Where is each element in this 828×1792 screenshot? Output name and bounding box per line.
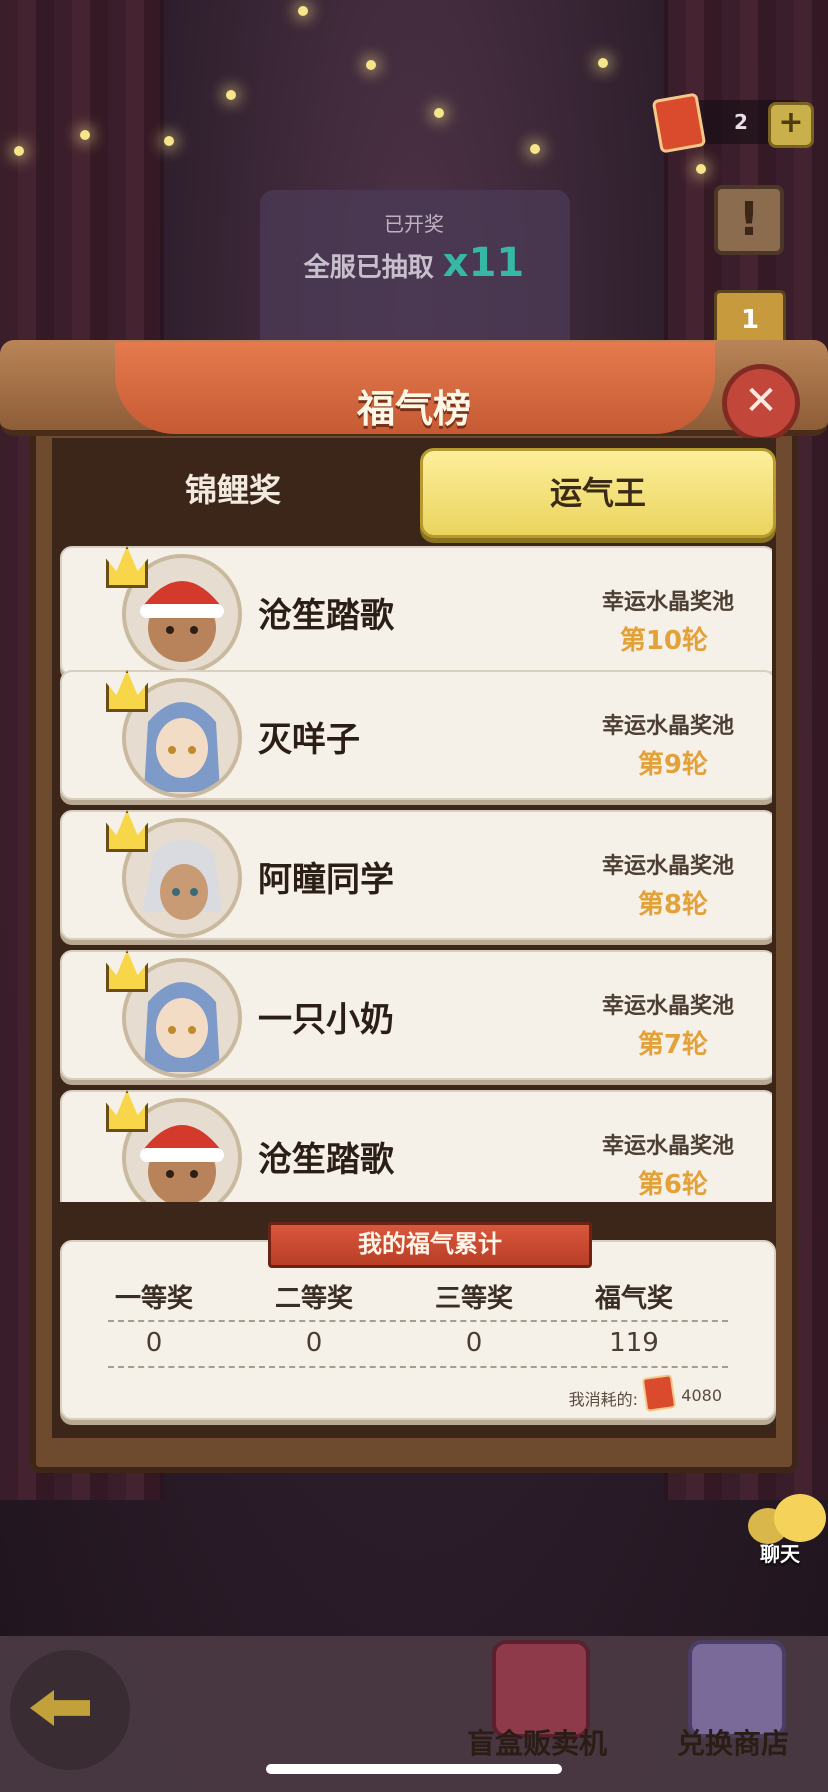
chat-label: 聊天	[760, 1542, 800, 1566]
first-prize-count: 0	[145, 1328, 163, 1358]
exchange-shop-label: 兑换商店	[676, 1727, 789, 1760]
open-status-label: 已开奖	[384, 212, 444, 236]
second-prize-count: 0	[305, 1328, 323, 1358]
column-header: 福气奖	[594, 1284, 673, 1314]
crown-icon	[106, 1090, 148, 1132]
round-number: 第10轮	[619, 626, 708, 656]
prize-pool: 幸运水晶奖池	[601, 1134, 734, 1159]
player-name: 灭咩子	[258, 720, 360, 760]
list-item[interactable]: 一只小奶 幸运水晶奖池 第7轮	[60, 950, 772, 1080]
home-indicator[interactable]	[266, 1764, 562, 1774]
list-item[interactable]: 灭咩子 幸运水晶奖池 第9轮	[60, 670, 772, 800]
server-draw-count: 全服已抽取 x11	[0, 240, 828, 286]
panel-title: 福气榜	[356, 387, 471, 431]
leaderboard-list[interactable]: 沧笙踏歌 幸运水晶奖池 第10轮 灭咩子 幸运水晶奖池 第9轮 阿瞳同学 幸运水…	[60, 546, 772, 1202]
prize-pool: 幸运水晶奖池	[601, 854, 734, 879]
notice-button[interactable]: !	[714, 185, 784, 255]
divider	[108, 1320, 728, 1322]
tab-luck-king[interactable]: 运气王	[420, 448, 776, 538]
chat-face-icon	[774, 1494, 826, 1542]
tab-bar: 锦鲤奖 运气王	[58, 448, 776, 540]
drawn-multiplier: x11	[442, 240, 525, 286]
luck-prize-count: 119	[609, 1328, 659, 1358]
player-name: 阿瞳同学	[258, 860, 394, 900]
player-name: 一只小奶	[258, 1000, 394, 1040]
round-number: 第8轮	[637, 890, 708, 920]
spent-label: 我消耗的:	[568, 1390, 638, 1409]
add-ticket-button[interactable]: +	[768, 102, 814, 148]
player-name: 沧笙踏歌	[258, 596, 394, 636]
close-button[interactable]: ✕	[722, 364, 800, 442]
list-item[interactable]: 阿瞳同学 幸运水晶奖池 第8轮	[60, 810, 772, 940]
divider	[108, 1366, 728, 1368]
crown-icon	[106, 950, 148, 992]
blind-box-label: 盲盒贩卖机	[466, 1727, 607, 1760]
column-header: 二等奖	[274, 1284, 353, 1314]
round-number: 第9轮	[637, 750, 708, 780]
summary-title: 我的福气累计	[268, 1222, 592, 1268]
spent-value: 4080	[681, 1386, 722, 1405]
ticket-count: 2	[734, 110, 748, 134]
column-header: 三等奖	[434, 1284, 513, 1314]
drawn-text: 全服已抽取	[303, 253, 434, 283]
crown-icon	[106, 810, 148, 852]
prize-pool: 幸运水晶奖池	[601, 590, 734, 615]
ticket-counter: 2 +	[651, 92, 814, 154]
prize-pool: 幸运水晶奖池	[601, 714, 734, 739]
column-header: 一等奖	[114, 1284, 193, 1314]
chat-button[interactable]: 聊天	[748, 1494, 826, 1566]
list-item[interactable]: 沧笙踏歌 幸运水晶奖池 第10轮	[60, 546, 772, 676]
list-item[interactable]: 沧笙踏歌 幸运水晶奖池 第6轮	[60, 1090, 772, 1202]
third-prize-count: 0	[465, 1328, 483, 1358]
round-number: 第6轮	[637, 1170, 708, 1200]
prize-pool: 幸运水晶奖池	[601, 994, 734, 1019]
tab-koi-prize[interactable]: 锦鲤奖	[58, 448, 408, 532]
round-number: 第7轮	[637, 1030, 708, 1060]
ticket-icon	[641, 1374, 677, 1412]
exchange-shop-button[interactable]: 兑换商店	[648, 1630, 818, 1780]
crown-icon	[106, 546, 148, 588]
blind-box-vending-button[interactable]: 盲盒贩卖机	[452, 1630, 622, 1780]
ticket-icon	[651, 92, 707, 154]
crown-icon	[106, 670, 148, 712]
player-name: 沧笙踏歌	[258, 1140, 394, 1180]
